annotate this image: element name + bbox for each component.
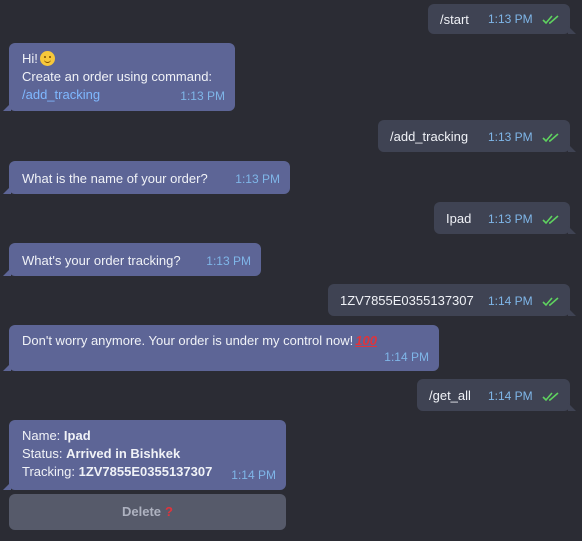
message-text: Ipad	[446, 211, 472, 226]
message-time: 1:13 PM	[487, 212, 533, 226]
message-text: Hi!	[22, 50, 222, 68]
order-name-value: Ipad	[63, 428, 91, 443]
message-time: 1:14 PM	[487, 389, 533, 403]
order-tracking-label: Tracking:	[22, 464, 79, 479]
order-name-label: Name:	[22, 428, 64, 443]
message-outgoing[interactable]: 1ZV7855E0355137307 1:14 PM	[328, 284, 576, 316]
message-incoming[interactable]: Hi! Create an order using command: /add_…	[3, 43, 235, 111]
double-check-icon	[542, 15, 559, 25]
message-outgoing[interactable]: /get_all 1:14 PM	[417, 379, 576, 411]
message-text: What is the name of your order?	[22, 171, 208, 186]
message-meta: 1:13 PM	[488, 210, 560, 228]
message-text-body: Don't worry anymore. Your order is under…	[22, 333, 354, 348]
message-text: /get_all	[429, 388, 471, 403]
message-text: Don't worry anymore. Your order is under…	[22, 332, 426, 350]
message-time: 1:13 PM	[235, 172, 280, 186]
message-time: 1:13 PM	[180, 89, 225, 103]
question-mark-icon: ?	[165, 504, 173, 519]
message-line: Create an order using command:	[22, 69, 213, 84]
double-check-icon	[542, 392, 559, 402]
message-meta: 1:14 PM	[488, 387, 560, 405]
chat-history: /start 1:13 PM Hi! Create an order using…	[0, 0, 582, 541]
greeting-text: Hi!	[22, 51, 38, 66]
message-meta: 1:14 PM	[488, 292, 560, 310]
message-time: 1:14 PM	[384, 350, 429, 364]
message-outgoing[interactable]: /add_tracking 1:13 PM	[378, 120, 576, 152]
message-text: /add_tracking	[390, 129, 469, 144]
message-time: 1:14 PM	[231, 468, 276, 482]
message-time: 1:13 PM	[487, 130, 533, 144]
order-tracking-value: 1ZV7855E0355137307	[78, 464, 213, 479]
double-check-icon	[542, 297, 559, 307]
message-outgoing[interactable]: Ipad 1:13 PM	[434, 202, 576, 234]
message-time: 1:14 PM	[487, 294, 533, 308]
message-time: 1:13 PM	[487, 12, 533, 26]
message-text: What's your order tracking?	[22, 253, 181, 268]
hundred-points-icon: 100	[355, 333, 377, 348]
delete-button[interactable]: Delete?	[9, 494, 286, 530]
message-time: 1:13 PM	[206, 254, 251, 268]
delete-button-label: Delete	[122, 504, 162, 519]
double-check-icon	[542, 215, 559, 225]
order-status-value: Arrived in Bishkek	[66, 446, 181, 461]
message-meta: 1:13 PM	[488, 10, 560, 28]
double-check-icon	[542, 133, 559, 143]
message-text: /start	[440, 12, 469, 27]
order-name-line: Name: Ipad	[22, 427, 273, 445]
message-outgoing[interactable]: /start 1:13 PM	[428, 4, 576, 34]
smile-emoji-icon	[39, 51, 55, 66]
order-status-label: Status:	[22, 446, 67, 461]
message-incoming[interactable]: What is the name of your order? 1:13 PM	[3, 161, 290, 194]
order-status-line: Status: Arrived in Bishkek	[22, 445, 273, 463]
message-text: 1ZV7855E0355137307	[340, 293, 474, 308]
message-meta: 1:13 PM	[488, 128, 560, 146]
order-summary-message[interactable]: Name: Ipad Status: Arrived in Bishkek Tr…	[3, 420, 286, 490]
message-incoming[interactable]: What's your order tracking? 1:13 PM	[3, 243, 261, 276]
message-incoming[interactable]: Don't worry anymore. Your order is under…	[3, 325, 439, 371]
